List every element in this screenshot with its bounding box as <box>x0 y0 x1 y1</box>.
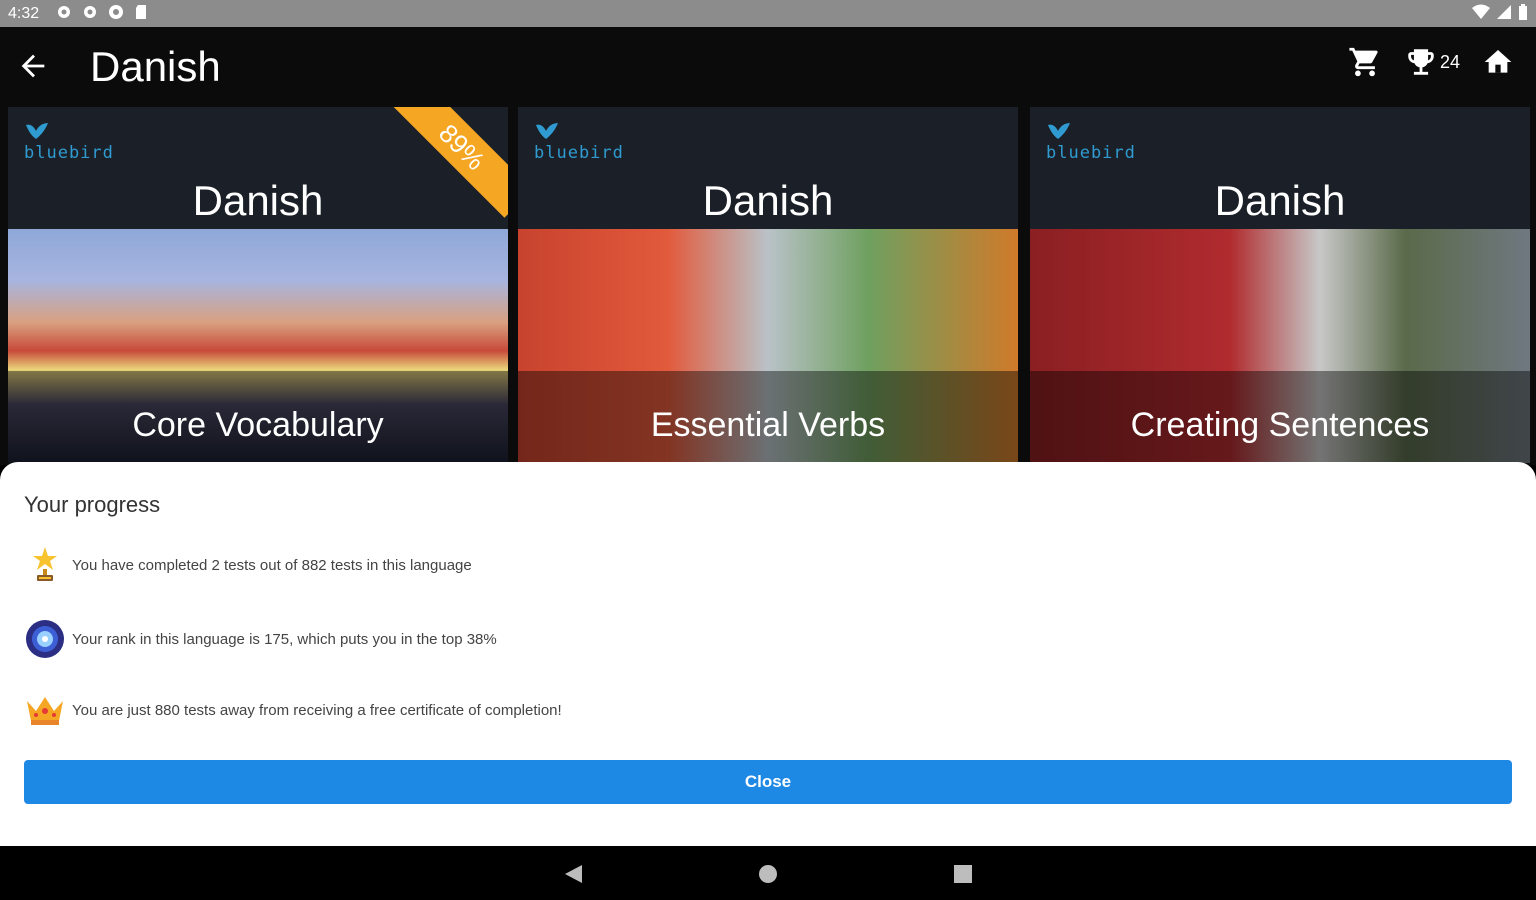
bird-icon <box>26 123 48 139</box>
home-icon[interactable] <box>1482 46 1514 78</box>
nav-recents-icon[interactable] <box>953 864 973 884</box>
settings-icon <box>84 6 96 18</box>
rank-medal-icon <box>24 618 66 660</box>
brand-logo: bluebird <box>1046 121 1136 163</box>
brand-name: bluebird <box>534 143 624 163</box>
status-notification-icons <box>56 4 150 20</box>
card-header: bluebird Danish <box>518 107 1018 229</box>
settings-icon <box>58 6 70 18</box>
brand-name: bluebird <box>1046 143 1136 163</box>
course-cards: bluebird Danish Core Vocabulary 89% blue… <box>0 105 1536 465</box>
app-bar-actions: 24 <box>1348 45 1514 79</box>
status-system-icons <box>1472 4 1528 20</box>
card-language: Danish <box>702 177 834 224</box>
page-title: Danish <box>90 43 221 90</box>
close-button[interactable]: Close <box>24 760 1512 804</box>
progress-text: You are just 880 tests away from receivi… <box>72 701 562 719</box>
cart-icon[interactable] <box>1348 45 1382 79</box>
crown-icon <box>24 689 66 731</box>
bird-icon <box>536 123 558 139</box>
trophy-counter[interactable]: 24 <box>1404 45 1460 79</box>
course-card-essential-verbs[interactable]: bluebird Danish Essential Verbs <box>518 107 1018 463</box>
bird-icon <box>1048 123 1070 139</box>
back-arrow-icon[interactable] <box>16 49 50 83</box>
signal-icon <box>1497 5 1511 19</box>
nav-back-icon[interactable] <box>562 864 584 884</box>
course-card-core-vocabulary[interactable]: bluebird Danish Core Vocabulary 89% <box>8 107 508 463</box>
brand-logo: bluebird <box>534 121 624 163</box>
trophy-count: 24 <box>1439 51 1460 72</box>
card-caption: Essential Verbs <box>650 406 886 444</box>
progress-row-certificate: You are just 880 tests away from receivi… <box>24 689 562 731</box>
card-language: Danish <box>192 177 324 224</box>
progress-text: Your rank in this language is 175, which… <box>72 630 497 648</box>
sheet-title: Your progress <box>24 492 161 517</box>
nav-home-icon[interactable] <box>758 864 778 884</box>
progress-bottom-sheet: Your progress You have completed 2 tests… <box>0 462 1536 846</box>
shield-icon <box>109 5 123 19</box>
app-bar: Danish 24 <box>0 27 1536 105</box>
brand-name: bluebird <box>24 143 114 163</box>
progress-row-completed: You have completed 2 tests out of 882 te… <box>24 544 472 586</box>
card-header: bluebird Danish <box>1030 107 1530 229</box>
wifi-icon <box>1472 4 1490 19</box>
status-bar: 4:32 <box>0 0 1536 27</box>
status-time: 4:32 <box>8 5 40 22</box>
battery-icon <box>1519 4 1527 20</box>
progress-text: You have completed 2 tests out of 882 te… <box>72 556 472 574</box>
trophy-star-icon <box>24 544 66 586</box>
card-language: Danish <box>1214 177 1346 224</box>
card-caption: Core Vocabulary <box>132 406 384 444</box>
progress-row-rank: Your rank in this language is 175, which… <box>24 618 497 660</box>
sd-card-icon <box>136 5 146 19</box>
card-caption: Creating Sentences <box>1130 406 1430 444</box>
system-navigation-bar <box>0 846 1536 900</box>
course-card-creating-sentences[interactable]: bluebird Danish Creating Sentences <box>1030 107 1530 463</box>
brand-logo: bluebird <box>24 121 114 163</box>
trophy-icon <box>1408 49 1434 75</box>
